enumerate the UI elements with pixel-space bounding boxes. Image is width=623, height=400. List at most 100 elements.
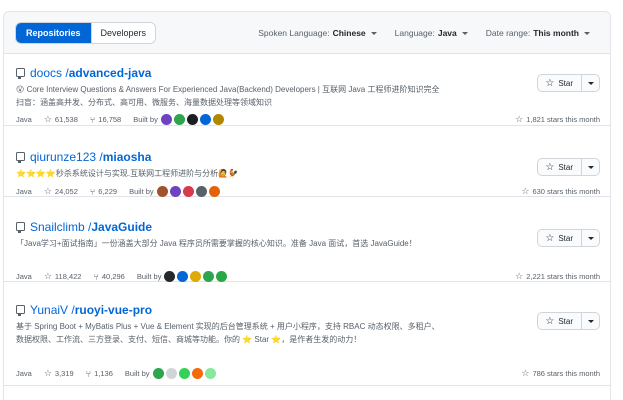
stars-this-month: ☆630 stars this month: [521, 186, 600, 197]
avatar[interactable]: [200, 114, 211, 125]
tab-repositories[interactable]: Repositories: [16, 23, 91, 43]
stars-this-month-text: 2,221 stars this month: [526, 272, 600, 281]
repo-stars-count: 61,538: [55, 115, 78, 124]
avatar[interactable]: [205, 368, 216, 379]
avatar[interactable]: [164, 271, 175, 282]
star-icon: ☆: [545, 78, 554, 89]
repo-language: Java: [16, 115, 32, 124]
date-range-value: This month: [533, 28, 579, 38]
repo-icon: [16, 68, 25, 79]
repo-forks[interactable]: ⑂6,229: [90, 187, 117, 197]
avatar[interactable]: [209, 186, 220, 197]
avatar[interactable]: [190, 271, 201, 282]
repo-title-link[interactable]: doocs / advanced-java: [16, 66, 151, 80]
contributor-avatars: [164, 271, 229, 282]
avatar[interactable]: [153, 368, 164, 379]
built-by: Built by: [137, 271, 230, 282]
fork-icon: ⑂: [90, 187, 95, 197]
repo-title-link[interactable]: YunaiV / ruoyi-vue-pro: [16, 303, 152, 317]
avatar[interactable]: [192, 368, 203, 379]
avatar[interactable]: [166, 368, 177, 379]
repo-icon: [16, 152, 25, 163]
repo-stars-count: 24,052: [55, 187, 78, 196]
star-dropdown-button[interactable]: [581, 75, 599, 91]
date-range-filter[interactable]: Date range: This month: [486, 28, 590, 38]
repo-forks-count: 40,296: [102, 272, 125, 281]
repo-stars[interactable]: ☆24,052: [44, 186, 78, 197]
repo-stars-count: 3,319: [55, 369, 74, 378]
stars-this-month: ☆786 stars this month: [521, 368, 600, 379]
star-button[interactable]: ☆Star: [538, 230, 581, 246]
language-filter[interactable]: Language: Java: [395, 28, 468, 38]
star-button[interactable]: ☆Star: [538, 75, 581, 91]
star-icon: ☆: [515, 114, 523, 125]
repo-forks[interactable]: ⑂ 40,296: [93, 272, 124, 282]
repo-description: ⭐⭐⭐⭐秒杀系统设计与实现.互联网工程师进阶与分析🙋🐓: [16, 167, 446, 180]
repo-meta: Java ☆24,052 ⑂6,229 Built by: [16, 186, 234, 197]
repo-description: 基于 Spring Boot + MyBatis Plus + Vue & El…: [16, 320, 446, 346]
contributor-avatars: [153, 368, 218, 379]
language-label: Language:: [395, 28, 435, 38]
avatar[interactable]: [196, 186, 207, 197]
star-icon: ☆: [44, 368, 52, 379]
avatar[interactable]: [157, 186, 168, 197]
stars-this-month-text: 786 stars this month: [532, 369, 600, 378]
star-dropdown-button[interactable]: [581, 313, 599, 329]
star-button-group: ☆Star: [537, 74, 600, 92]
avatar[interactable]: [203, 271, 214, 282]
star-icon: ☆: [521, 368, 529, 379]
spoken-language-value: Chinese: [333, 28, 366, 38]
fork-icon: ⑂: [86, 369, 91, 379]
avatar[interactable]: [216, 271, 227, 282]
spoken-language-filter[interactable]: Spoken Language: Chinese: [258, 28, 376, 38]
avatar[interactable]: [170, 186, 181, 197]
repo-forks[interactable]: ⑂1,136: [86, 369, 113, 379]
chevron-down-icon: [462, 32, 468, 35]
tab-developers[interactable]: Developers: [91, 23, 156, 43]
repo-name: ruoyi-vue-pro: [75, 303, 152, 317]
avatar[interactable]: [187, 114, 198, 125]
avatar[interactable]: [177, 271, 188, 282]
repo-title-link[interactable]: qiurunze123 / miaosha: [16, 150, 151, 164]
repo-stars[interactable]: ☆118,422: [44, 271, 82, 282]
repo-owner: qiurunze123 /: [30, 150, 103, 164]
chevron-down-icon: [584, 32, 590, 35]
built-by-label: Built by: [133, 115, 158, 124]
repo-owner: Snailclimb /: [30, 220, 91, 234]
repo-forks-count: 1,136: [94, 369, 113, 378]
star-button[interactable]: ☆Star: [538, 313, 581, 329]
star-icon: ☆: [545, 316, 554, 327]
repo-title-link[interactable]: Snailclimb / JavaGuide: [16, 220, 152, 234]
repo-stars[interactable]: ☆3,319: [44, 368, 74, 379]
repo-name: miaosha: [103, 150, 152, 164]
avatar[interactable]: [161, 114, 172, 125]
contributor-avatars: [157, 186, 222, 197]
star-button-label: Star: [558, 163, 573, 172]
date-range-label: Date range:: [486, 28, 530, 38]
repo-stars[interactable]: ☆61,538: [44, 114, 78, 125]
star-dropdown-button[interactable]: [581, 230, 599, 246]
chevron-down-icon: [371, 32, 377, 35]
trending-header: Repositories Developers Spoken Language:…: [4, 12, 610, 54]
star-icon: ☆: [521, 186, 529, 197]
avatar[interactable]: [179, 368, 190, 379]
star-icon: ☆: [44, 186, 52, 197]
built-by: Built by: [125, 368, 218, 379]
repo-forks[interactable]: ⑂16,758: [90, 115, 121, 125]
repo-language: Java: [16, 369, 32, 378]
built-by: Built by: [133, 114, 226, 125]
avatar[interactable]: [174, 114, 185, 125]
repo-description: 「Java学习+面试指南」一份涵盖大部分 Java 程序员所需要掌握的核心知识。…: [16, 237, 446, 250]
built-by-label: Built by: [129, 187, 154, 196]
star-button[interactable]: ☆Star: [538, 159, 581, 175]
star-icon: ☆: [44, 271, 52, 282]
star-dropdown-button[interactable]: [581, 159, 599, 175]
view-switcher: Repositories Developers: [15, 22, 156, 44]
repo-description: 😮 Core Interview Questions & Answers For…: [16, 83, 446, 109]
repo-language: Java: [16, 187, 32, 196]
language-value: Java: [438, 28, 457, 38]
avatar[interactable]: [183, 186, 194, 197]
repo-icon: [16, 222, 25, 233]
avatar[interactable]: [213, 114, 224, 125]
fork-icon: ⑂: [93, 272, 98, 282]
